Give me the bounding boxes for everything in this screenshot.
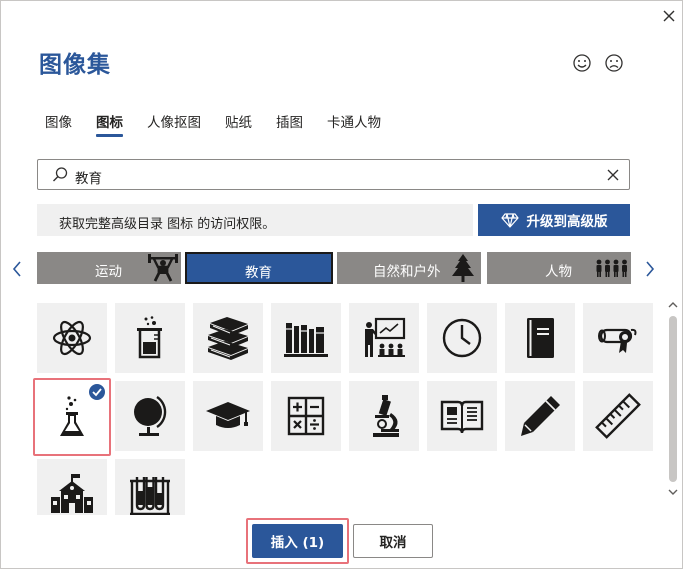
category-people-label: 人物 xyxy=(545,264,572,280)
diploma-icon xyxy=(598,328,637,353)
category-next-button[interactable] xyxy=(640,257,660,281)
search-input[interactable]: 教育 xyxy=(37,159,630,190)
people-group-icon xyxy=(596,259,627,277)
scroll-thumb[interactable] xyxy=(669,316,677,482)
smile-icon xyxy=(573,54,591,72)
open-book-icon xyxy=(440,400,484,434)
search-icon xyxy=(53,167,68,182)
icon-tile-atom[interactable] xyxy=(37,303,107,373)
chevron-right-icon xyxy=(646,261,655,277)
pencil-icon xyxy=(521,396,560,436)
classroom-teacher-icon xyxy=(365,317,406,357)
selected-check-icon xyxy=(89,384,105,400)
scroll-down-icon[interactable] xyxy=(666,485,680,499)
upgrade-button[interactable]: 升级到高级版 xyxy=(478,204,630,236)
icon-grid xyxy=(31,298,661,515)
smile-feedback-button[interactable] xyxy=(572,53,592,73)
category-nature[interactable]: 自然和户外 xyxy=(337,252,481,284)
graduation-cap-icon xyxy=(206,402,250,428)
category-sports[interactable]: 运动 xyxy=(37,252,181,284)
tab-illustrations[interactable]: 插图 xyxy=(264,109,315,139)
category-sports-label: 运动 xyxy=(95,264,122,280)
icon-tile-notebook[interactable] xyxy=(505,303,575,373)
cancel-button[interactable]: 取消 xyxy=(353,524,433,558)
icon-tile-school[interactable] xyxy=(37,459,107,515)
ruler-icon xyxy=(595,393,641,439)
category-education[interactable]: 教育 xyxy=(185,252,333,284)
icon-tile-open-book[interactable] xyxy=(427,381,497,451)
beaker-icon xyxy=(137,316,162,359)
upgrade-label: 升级到高级版 xyxy=(526,214,608,230)
close-icon xyxy=(663,10,675,22)
tab-cutout-people[interactable]: 人像抠图 xyxy=(135,109,213,139)
category-nature-label: 自然和户外 xyxy=(373,264,441,280)
insert-button[interactable]: 插入 (1) xyxy=(252,524,343,558)
premium-upsell-banner: 获取完整高级目录 图标 的访问权限。 xyxy=(37,204,473,236)
clear-search-icon[interactable] xyxy=(603,165,623,185)
tab-icons[interactable]: 图标 xyxy=(84,109,135,139)
category-education-label: 教育 xyxy=(245,265,272,281)
icon-tile-globe[interactable] xyxy=(115,381,185,451)
tab-cartoon-people[interactable]: 卡通人物 xyxy=(315,109,393,139)
icon-tile-diploma[interactable] xyxy=(583,303,653,373)
gallery-tabs: 图像 图标 人像抠图 贴纸 插图 卡通人物 xyxy=(33,109,393,139)
calculator-symbols-icon xyxy=(287,396,325,436)
icon-tile-microscope[interactable] xyxy=(349,381,419,451)
atom-icon xyxy=(52,320,92,356)
upsell-message: 获取完整高级目录 图标 的访问权限。 xyxy=(59,217,276,232)
tab-stickers[interactable]: 贴纸 xyxy=(213,109,264,139)
icon-tile-graduation-cap[interactable] xyxy=(193,381,263,451)
bookshelf-icon xyxy=(284,323,328,357)
icon-tile-book-stack[interactable] xyxy=(193,303,263,373)
tab-images[interactable]: 图像 xyxy=(33,109,84,139)
icon-tile-ruler[interactable] xyxy=(583,381,653,451)
icon-tile-test-tubes[interactable] xyxy=(115,459,185,515)
search-value: 教育 xyxy=(75,171,102,187)
test-tubes-icon xyxy=(130,477,170,515)
close-button[interactable] xyxy=(658,5,680,27)
globe-icon xyxy=(134,396,167,436)
frown-icon xyxy=(605,54,623,72)
icon-grid-scrollbar[interactable] xyxy=(666,298,680,508)
category-people[interactable]: 人物 xyxy=(487,252,631,284)
dialog-title: 图像集 xyxy=(39,52,111,78)
pine-tree-icon xyxy=(452,254,474,282)
notebook-icon xyxy=(527,318,554,358)
book-stack-icon xyxy=(208,317,248,360)
clock-icon xyxy=(442,318,482,358)
icon-tile-beaker[interactable] xyxy=(115,303,185,373)
weightlifter-icon xyxy=(148,254,178,282)
scroll-up-icon[interactable] xyxy=(666,298,680,312)
icon-tile-clock[interactable] xyxy=(427,303,497,373)
chevron-left-icon xyxy=(12,261,21,277)
category-prev-button[interactable] xyxy=(7,257,27,281)
microscope-icon xyxy=(373,395,399,437)
icon-gallery-dialog: 图像集 图像 图标 人像抠图 贴纸 插图 卡通人物 教育 获取完整高级目录 图标… xyxy=(0,0,683,569)
icon-tile-classroom[interactable] xyxy=(349,303,419,373)
icon-tile-pencil[interactable] xyxy=(505,381,575,451)
icon-tile-bookshelf[interactable] xyxy=(271,303,341,373)
frown-feedback-button[interactable] xyxy=(604,53,624,73)
school-building-icon xyxy=(51,474,93,513)
icon-tile-flask[interactable] xyxy=(33,378,111,456)
icon-tile-calculator[interactable] xyxy=(271,381,341,451)
diamond-icon xyxy=(500,213,519,228)
